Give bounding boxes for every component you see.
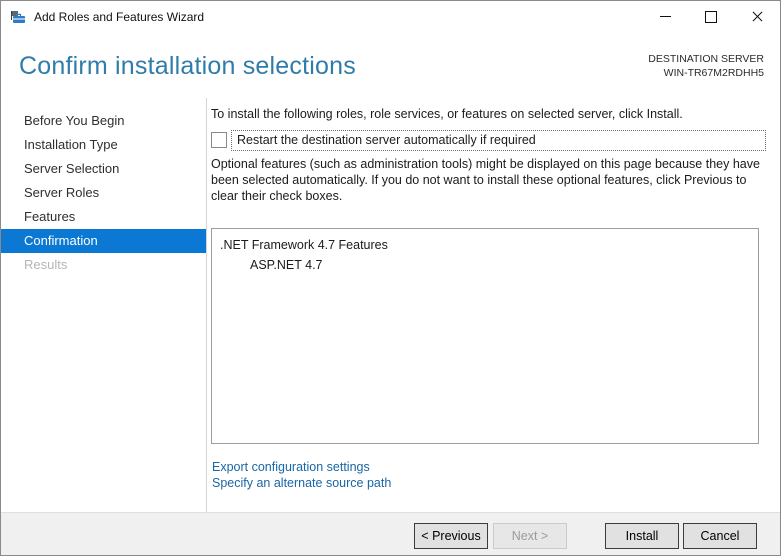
sidebar-item-server-selection[interactable]: Server Selection: [1, 157, 206, 181]
wizard-footer: < Previous Next > Install Cancel: [1, 512, 780, 555]
selected-features-list[interactable]: .NET Framework 4.7 Features ASP.NET 4.7: [211, 228, 759, 444]
alternate-source-path-link[interactable]: Specify an alternate source path: [212, 475, 391, 491]
destination-server-name: WIN-TR67M2RDHH5: [663, 67, 764, 79]
sidebar-item-server-roles[interactable]: Server Roles: [1, 181, 206, 205]
restart-option-row: Restart the destination server automatic…: [211, 130, 766, 151]
restart-checkbox-label[interactable]: Restart the destination server automatic…: [231, 130, 766, 151]
destination-server-label: DESTINATION SERVER: [648, 53, 764, 65]
close-button[interactable]: [734, 1, 780, 32]
window-controls: [642, 1, 780, 32]
footer-links: Export configuration settings Specify an…: [212, 459, 391, 491]
restart-checkbox[interactable]: [211, 132, 227, 148]
title-bar: Add Roles and Features Wizard: [1, 1, 780, 33]
close-icon: [751, 10, 764, 23]
window-title: Add Roles and Features Wizard: [34, 9, 205, 24]
page-header: Confirm installation selections DESTINAT…: [1, 32, 780, 98]
sidebar-item-features[interactable]: Features: [1, 205, 206, 229]
export-configuration-link[interactable]: Export configuration settings: [212, 459, 391, 475]
intro-text: To install the following roles, role ser…: [211, 107, 683, 121]
cancel-button[interactable]: Cancel: [683, 523, 757, 549]
destination-server-block: DESTINATION SERVER WIN-TR67M2RDHH5: [648, 52, 764, 80]
sidebar-item-results: Results: [24, 257, 68, 272]
previous-button[interactable]: < Previous: [414, 523, 488, 549]
sidebar-item-before-you-begin[interactable]: Before You Begin: [1, 109, 206, 133]
maximize-icon: [705, 10, 717, 23]
confirmation-page-content: To install the following roles, role ser…: [211, 98, 766, 512]
optional-features-note: Optional features (such as administratio…: [211, 157, 760, 203]
wizard-window: Add Roles and Features Wizard Confirm in…: [0, 0, 781, 556]
feature-item-aspnet[interactable]: ASP.NET 4.7: [212, 255, 758, 275]
page-title: Confirm installation selections: [19, 52, 356, 80]
feature-item-net-framework[interactable]: .NET Framework 4.7 Features: [212, 235, 758, 255]
minimize-button[interactable]: [642, 1, 688, 32]
sidebar-item-installation-type[interactable]: Installation Type: [1, 133, 206, 157]
roles-wizard-toolbox-icon: [10, 9, 26, 25]
sidebar-item-confirmation[interactable]: Confirmation: [1, 229, 206, 253]
wizard-steps-nav: Before You Begin Installation Type Serve…: [1, 98, 207, 512]
minimize-icon: [659, 16, 671, 17]
next-button[interactable]: Next >: [493, 523, 567, 549]
maximize-button[interactable]: [688, 1, 734, 32]
install-button[interactable]: Install: [605, 523, 679, 549]
